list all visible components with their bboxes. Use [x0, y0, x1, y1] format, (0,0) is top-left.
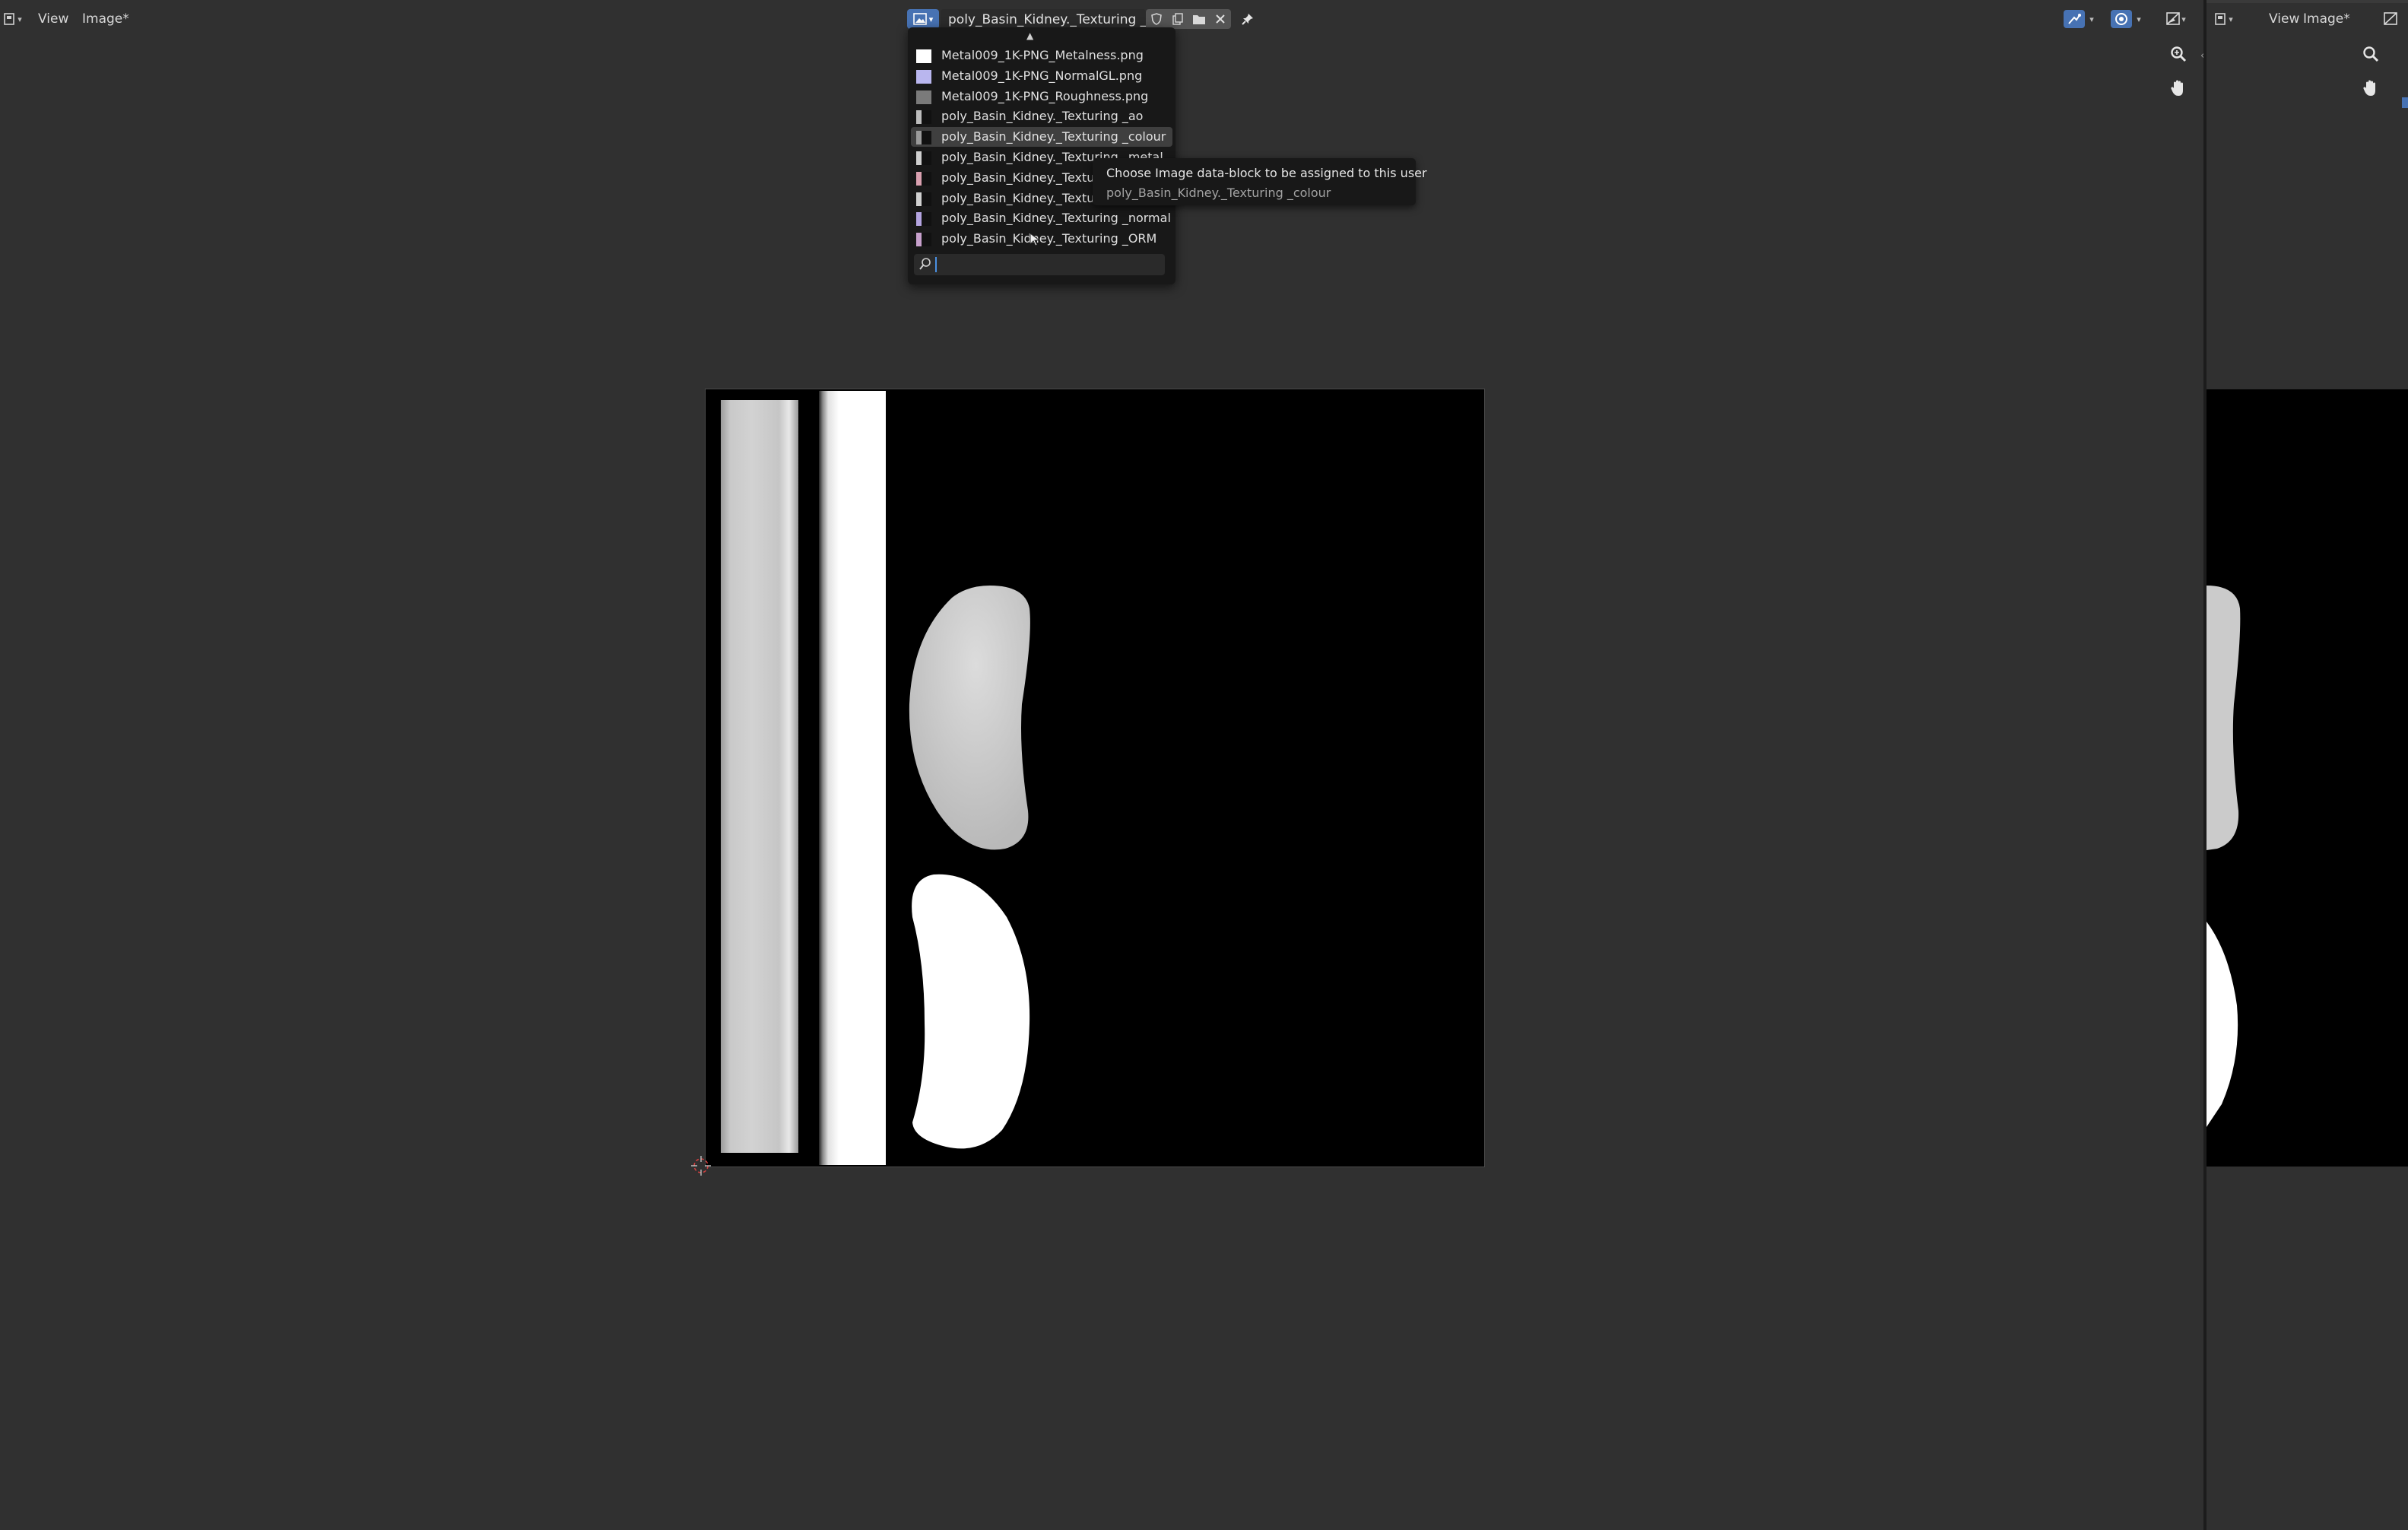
snap-icon: [2064, 10, 2086, 28]
dropdown-item[interactable]: poly_Basin_Kidney._Texturing _ORM: [911, 229, 1172, 249]
image-editor-icon: [2215, 13, 2226, 25]
image-thumbnail-icon: [916, 131, 931, 145]
chevron-down-icon: ▾: [2229, 14, 2233, 24]
close-icon: [1216, 14, 1225, 24]
pan-button[interactable]: [2358, 75, 2384, 101]
image-thumbnail-icon: [916, 69, 931, 84]
image-thumbnail-icon: [916, 151, 931, 165]
image-thumbnail-icon: [916, 90, 931, 104]
dropdown-item[interactable]: poly_Basin_Kidney._Texturing _colour: [911, 127, 1172, 148]
tooltip-value: poly_Basin_Kidney._Texturing _colour: [1106, 186, 1331, 200]
dropdown-item-label: Metal009_1K-PNG_Roughness.png: [941, 88, 1149, 103]
open-image-button[interactable]: [1188, 9, 1210, 29]
search-input[interactable]: [937, 256, 1160, 274]
chevron-down-icon: ▾: [2089, 14, 2094, 24]
search-icon: [919, 258, 931, 270]
unlink-image-button[interactable]: [1210, 9, 1231, 29]
hand-icon: [2363, 80, 2375, 96]
chevron-down-icon: ▾: [17, 14, 22, 24]
uv-island-grey: [2207, 586, 2241, 850]
dropdown-item[interactable]: poly_Basin_Kidney._Texturing _ao: [911, 106, 1172, 126]
pin-button[interactable]: [1236, 9, 1259, 29]
browse-image-button[interactable]: ▾: [907, 9, 939, 29]
editor-type-button[interactable]: ▾: [2213, 10, 2235, 28]
dropdown-item[interactable]: Metal009_1K-PNG_Roughness.png: [911, 87, 1172, 106]
image-name-field[interactable]: poly_Basin_Kidney._Texturing _ao: [941, 9, 1163, 29]
image-editor-header-secondary: ▾ View Image*: [2207, 3, 2408, 32]
image-thumbnail-icon: [916, 171, 931, 186]
new-image-button[interactable]: [1167, 9, 1188, 29]
image-thumbnail-icon: [916, 233, 931, 247]
zoom-button[interactable]: [2165, 41, 2191, 67]
channels-icon: [2166, 12, 2181, 25]
zoom-icon: [2363, 46, 2379, 62]
shield-icon: [1151, 13, 1162, 25]
image-browse-dropdown: ▲ Metal009_1K-PNG_Metalness.png Metal009_…: [908, 27, 1175, 284]
dropdown-item[interactable]: Metal009_1K-PNG_Metalness.png: [911, 46, 1172, 65]
scroll-up-arrow-icon[interactable]: ▲: [1026, 30, 1033, 41]
image-thumbnail-icon: [916, 49, 931, 63]
uv-island-grey: [909, 586, 1030, 850]
pan-button[interactable]: [2165, 75, 2191, 101]
image-icon: [912, 13, 927, 25]
mouse-pointer-icon: [1030, 233, 1041, 246]
image-canvas-secondary[interactable]: [2207, 389, 2408, 1167]
uv-island-white: [2207, 922, 2238, 1127]
image-thumbnail-icon: [916, 192, 931, 206]
dropdown-item-label: poly_Basin_Kidney._Texturing _normal: [941, 211, 1171, 226]
overlay-dropdown[interactable]: ▾: [2106, 10, 2146, 28]
uv-strip-left: [721, 400, 798, 1153]
zoom-icon: [2171, 46, 2187, 62]
folder-icon: [1193, 15, 1205, 24]
chevron-down-icon: ▾: [928, 14, 934, 24]
image-thumbnail-icon: [916, 110, 931, 125]
zoom-button[interactable]: [2358, 41, 2384, 67]
chevron-down-icon: ▾: [2137, 14, 2141, 24]
image-canvas[interactable]: [705, 389, 1485, 1167]
image-editor-secondary[interactable]: ▾ View Image*: [2207, 0, 2408, 1530]
duplicate-icon: [1172, 13, 1183, 25]
uv-strip-white: [819, 391, 886, 1165]
tooltip: Choose Image data-block to be assigned t…: [1093, 158, 1427, 205]
view-menu[interactable]: View: [2269, 11, 2299, 27]
view-menu[interactable]: View: [38, 11, 68, 27]
uv-island-white: [912, 874, 1030, 1149]
dropdown-item-label: poly_Basin_Kidney._Textu: [941, 170, 1095, 185]
fake-user-button[interactable]: [1146, 9, 1167, 29]
dropdown-item[interactable]: poly_Basin_Kidney._Texturing _normal: [911, 208, 1172, 228]
dropdown-item-label: poly_Basin_Kidney._Texturing _ao: [941, 109, 1144, 124]
region-edge-indicator: [2402, 97, 2408, 108]
dropdown-search[interactable]: [914, 254, 1165, 275]
tooltip-text: Choose Image data-block to be assigned t…: [1106, 166, 1427, 180]
dropdown-item-label: Metal009_1K-PNG_Metalness.png: [941, 48, 1144, 62]
hand-icon: [2171, 80, 2183, 96]
dropdown-item-label: Metal009_1K-PNG_NormalGL.png: [941, 68, 1143, 83]
dropdown-item-label: poly_Basin_Kidney._Texturing _ORM: [941, 231, 1157, 246]
image-menu[interactable]: Image*: [82, 11, 129, 27]
display-channels-dropdown[interactable]: ▾: [2161, 10, 2191, 28]
image-editor-icon: [4, 13, 15, 25]
uv-sync-selection-dropdown[interactable]: ▾: [2059, 10, 2099, 28]
chevron-down-icon: ▾: [2181, 14, 2186, 24]
overlay-icon: [2111, 10, 2133, 28]
editor-type-button[interactable]: ▾: [2, 10, 24, 28]
2d-cursor-icon[interactable]: [690, 1154, 712, 1177]
image-menu[interactable]: Image*: [2303, 11, 2350, 27]
pin-icon: [1242, 14, 1253, 25]
image-name-text: poly_Basin_Kidney._Texturing _ao: [948, 12, 1163, 27]
dropdown-item[interactable]: Metal009_1K-PNG_NormalGL.png: [911, 66, 1172, 86]
dropdown-item-label: poly_Basin_Kidney._Texturing _colour: [941, 129, 1166, 144]
dropdown-item-label: poly_Basin_Kidney._Textu: [941, 190, 1095, 205]
display-channels-dropdown[interactable]: [2380, 10, 2403, 28]
image-thumbnail-icon: [916, 212, 931, 227]
channels-icon: [2384, 12, 2397, 25]
